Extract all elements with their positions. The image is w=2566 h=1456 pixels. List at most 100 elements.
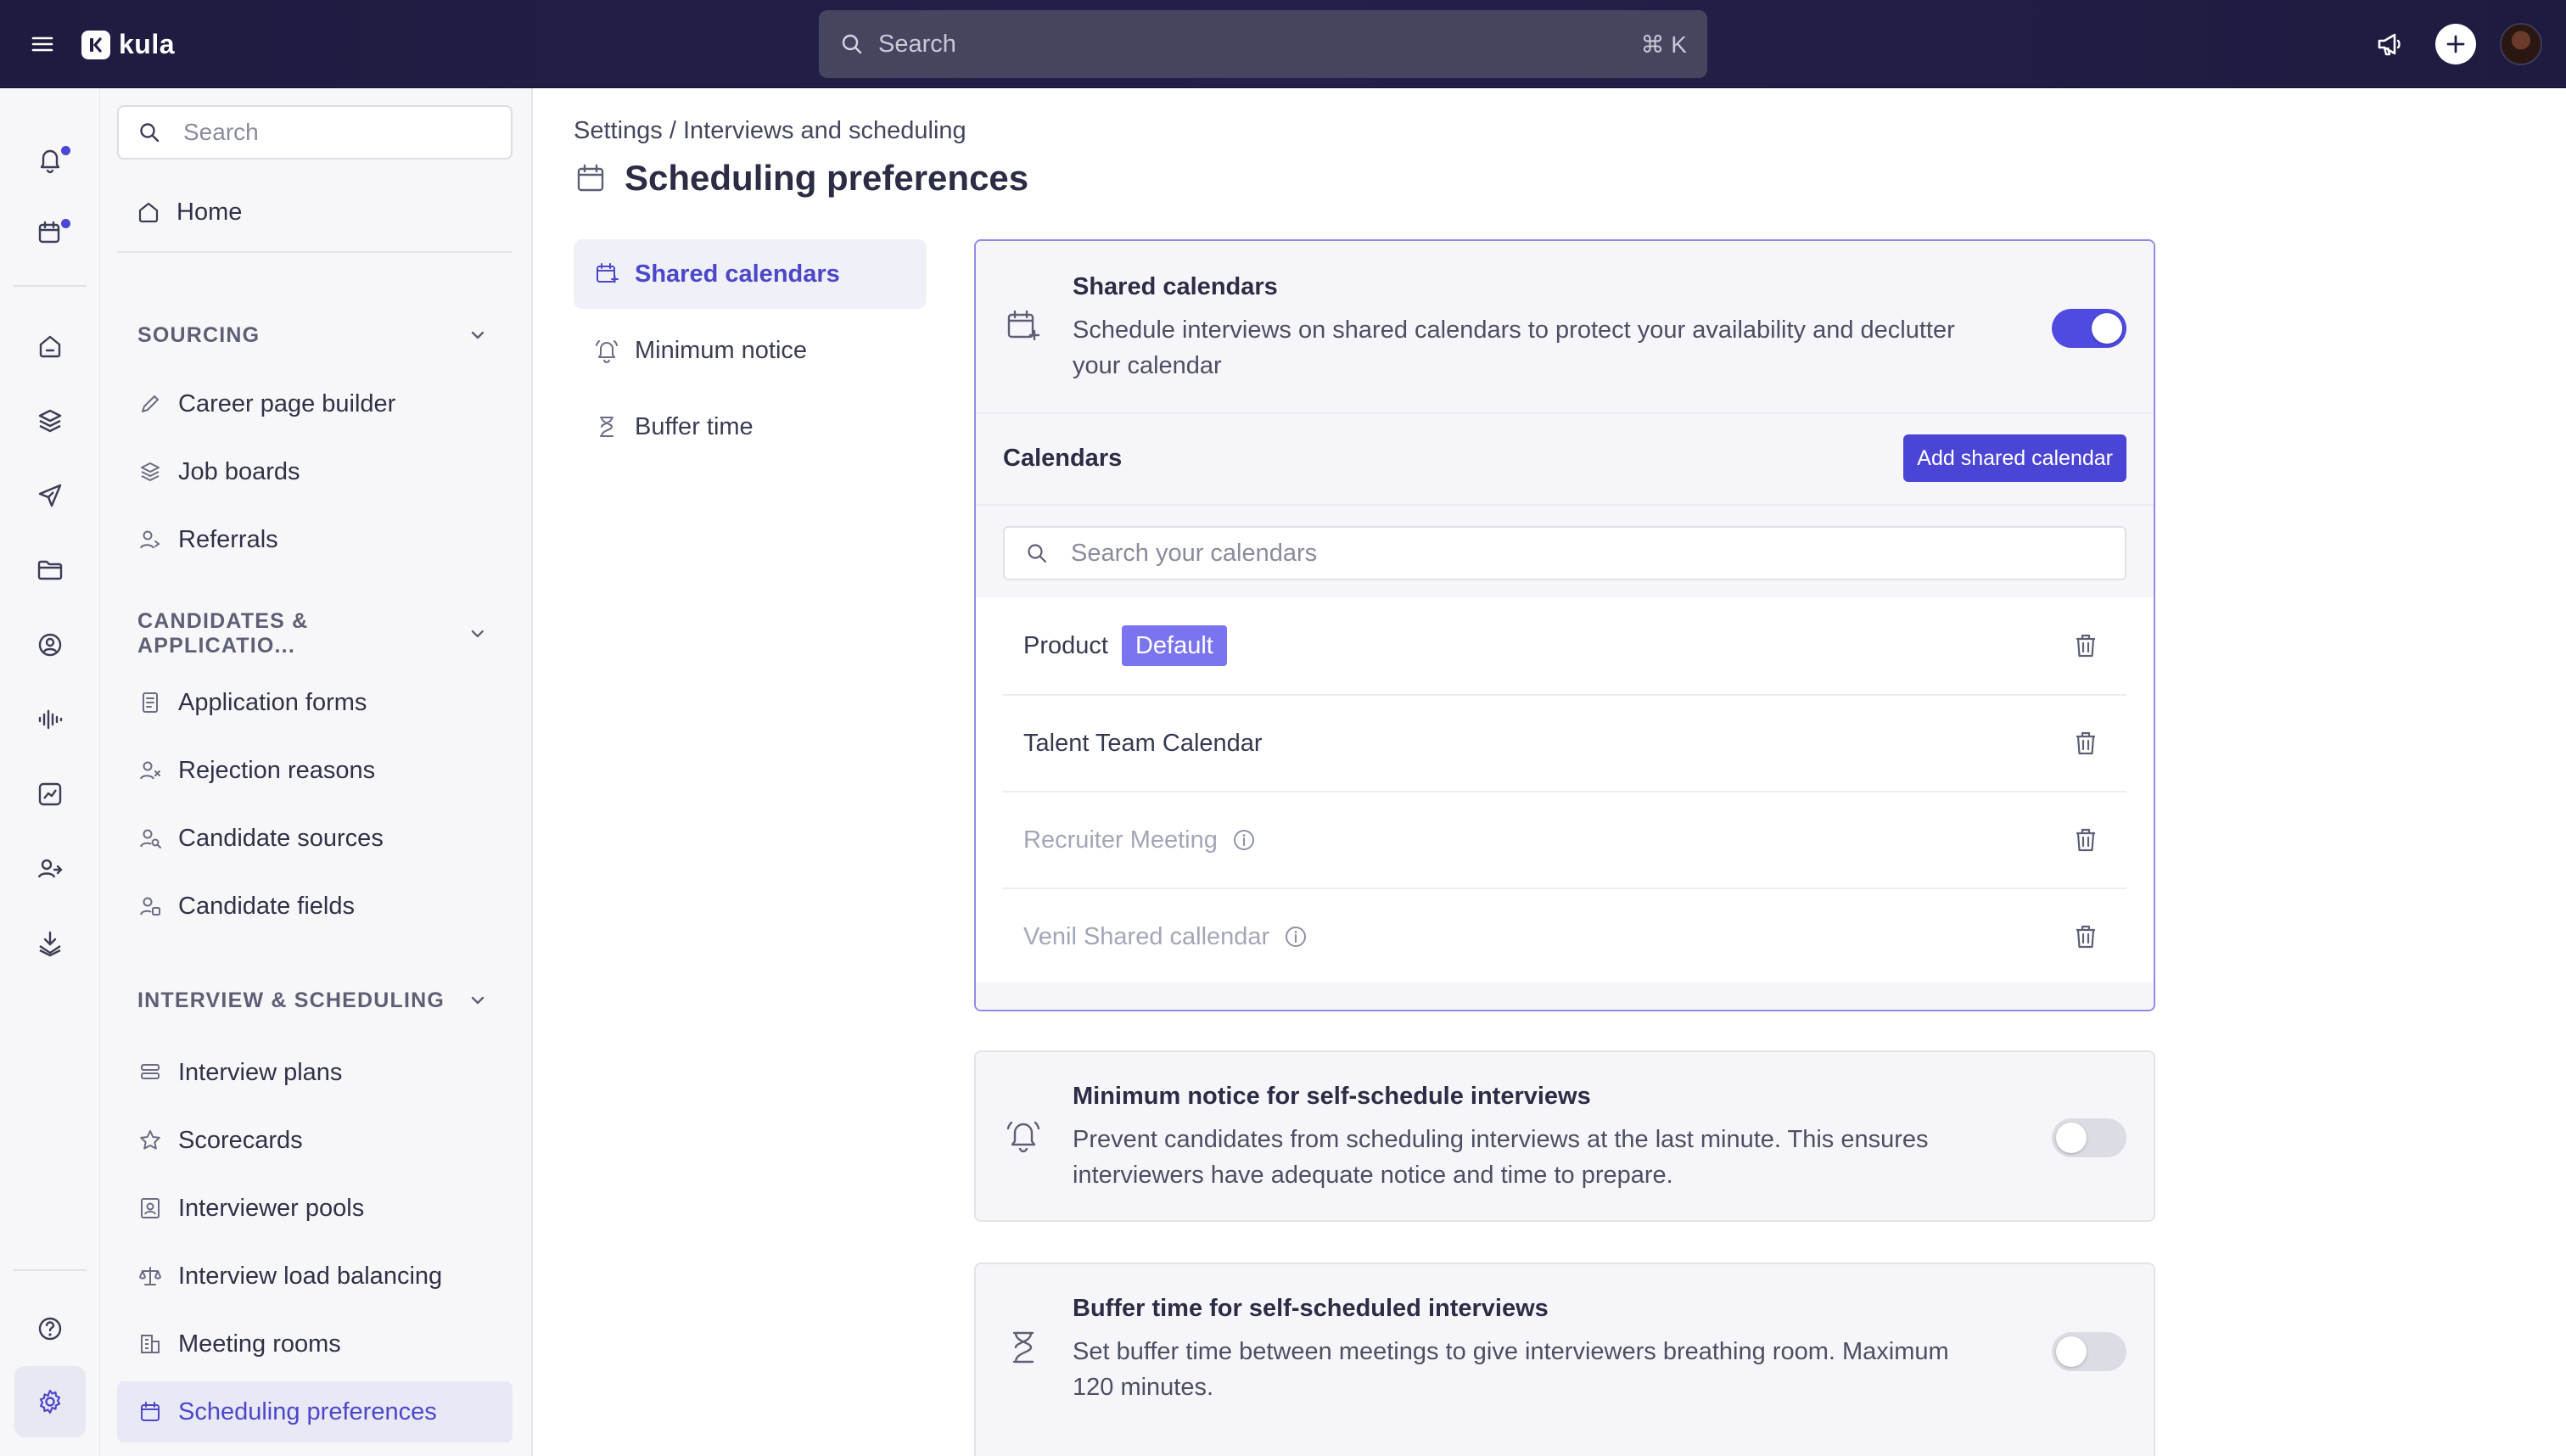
sidebar-item-label: Referrals [178,525,278,553]
bell-ring-icon [1005,1117,1042,1154]
jobs-nav-button[interactable] [26,397,74,445]
megaphone-icon [2378,33,2401,56]
calendar-row: Product Default [1003,597,2126,694]
sidebar-item-application-forms[interactable]: Application forms [117,672,513,733]
trash-icon[interactable] [2070,921,2101,952]
calendar-search-area [976,504,2154,597]
sidebar-item-interviewer-pools[interactable]: Interviewer pools [117,1178,513,1239]
sidebar-item-interview-load-balancing[interactable]: Interview load balancing [117,1246,513,1307]
subnav-shared-calendars[interactable]: Shared calendars [574,239,927,309]
create-button[interactable] [2435,24,2476,64]
sidebar-item-scorecards[interactable]: Scorecards [117,1110,513,1171]
settings-nav-button[interactable] [14,1366,86,1437]
sidebar-item-label: Candidate fields [178,892,355,920]
shared-calendars-card: Shared calendars Schedule interviews on … [974,239,2155,1011]
calendar-icon [137,1399,163,1425]
voice-nav-button[interactable] [26,696,74,743]
card-description: Schedule interviews on shared calendars … [1073,316,1955,379]
calendar-search[interactable] [1003,526,2126,580]
user-circle-icon [38,633,62,657]
global-search-bar[interactable]: Search ⌘ K [819,10,1707,78]
info-icon[interactable] [1231,827,1257,853]
trash-icon[interactable] [2070,825,2101,855]
send-icon [38,484,62,507]
minimum-notice-toggle[interactable] [2052,1118,2126,1157]
announcements-button[interactable] [2367,22,2412,66]
sidebar-item-label: Candidate sources [178,824,384,852]
layers-icon [38,409,62,433]
sidebar-item-label: Scorecards [178,1126,303,1154]
outreach-nav-button[interactable] [26,472,74,519]
section-sourcing-header[interactable]: SOURCING [117,314,513,356]
calendar-plus-icon [594,261,619,287]
search-shortcut-hint: ⌘ K [1640,31,1687,58]
user-x-icon [137,758,163,783]
plus-icon [2446,35,2465,53]
section-candidates-header[interactable]: CANDIDATES & APPLICATIO... [117,609,513,658]
rail-divider [14,1269,87,1271]
home-nav-button[interactable] [26,322,74,370]
sidebar-item-scheduling-preferences[interactable]: Scheduling preferences [117,1381,513,1442]
breadcrumb[interactable]: Settings / Interviews and scheduling [574,117,966,145]
search-icon [137,120,161,144]
sidebar-item-label: Interviewer pools [178,1194,365,1222]
add-shared-calendar-button[interactable]: Add shared calendar [1903,434,2126,482]
inbox-nav-button[interactable] [26,920,74,967]
logo[interactable]: kula [81,29,175,60]
buffer-time-header: Buffer time for self-scheduled interview… [976,1264,2154,1456]
buffer-time-toggle[interactable] [2052,1332,2126,1371]
chevron-down-icon [471,331,485,339]
sidebar-item-referrals[interactable]: Referrals [117,509,513,570]
info-icon[interactable] [1283,924,1308,949]
team-nav-button[interactable] [26,845,74,893]
card-title: Minimum notice for self-schedule intervi… [1073,1083,1591,1110]
analytics-nav-button[interactable] [26,770,74,818]
notifications-button[interactable] [26,136,74,183]
subnav-label: Shared calendars [635,260,840,288]
sidebar-item-home[interactable]: Home [117,182,513,243]
calendar-icon [38,221,60,244]
sidebar-item-career-page-builder[interactable]: Career page builder [117,373,513,434]
sidebar-item-job-boards[interactable]: Job boards [117,441,513,502]
settings-search-input[interactable] [183,119,489,146]
subnav-label: Minimum notice [635,336,808,364]
users-icon [37,859,63,878]
shared-calendars-toggle[interactable] [2052,309,2126,348]
subnav-buffer-time[interactable]: Buffer time [574,392,927,462]
minimum-notice-card: Minimum notice for self-schedule intervi… [974,1050,2155,1222]
hourglass-icon [594,414,619,440]
top-bar: kula Search ⌘ K [0,0,2566,88]
user-avatar[interactable] [2500,23,2542,65]
trash-icon[interactable] [2070,630,2101,661]
calendar-name: Venil Shared callendar [1023,922,1270,950]
sidebar-item-label: Home [176,198,243,226]
minimum-notice-header: Minimum notice for self-schedule intervi… [976,1052,2154,1220]
section-label: CANDIDATES & APPLICATIO... [137,609,309,658]
calendar-search-input[interactable] [1071,539,2089,568]
files-nav-button[interactable] [26,546,74,594]
menu-icon[interactable] [29,31,56,58]
candidates-nav-button[interactable] [26,621,74,669]
trash-icon[interactable] [2070,728,2101,759]
icon-rail [0,88,100,1456]
subnav-minimum-notice[interactable]: Minimum notice [574,316,927,385]
card-title: Buffer time for self-scheduled interview… [1073,1295,1549,1322]
calendar-nav-button[interactable] [26,209,74,256]
section-label: INTERVIEW & SCHEDULING [137,988,445,1012]
user-share-icon [137,527,163,552]
settings-search[interactable] [117,105,513,160]
help-button[interactable] [26,1305,74,1352]
sidebar-item-interview-plans[interactable]: Interview plans [117,1042,513,1103]
section-interview-scheduling-header[interactable]: INTERVIEW & SCHEDULING [117,979,513,1022]
page-heading: Scheduling preferences [625,158,1029,198]
star-icon [137,1128,163,1153]
calendar-name: Product [1023,631,1108,659]
sidebar-item-rejection-reasons[interactable]: Rejection reasons [117,740,513,801]
sidebar-item-candidate-fields[interactable]: Candidate fields [117,876,513,937]
folder-icon [37,560,63,580]
sidebar-item-meeting-rooms[interactable]: Meeting rooms [117,1313,513,1375]
rail-divider [14,285,87,287]
sidebar-item-candidate-sources[interactable]: Candidate sources [117,808,513,869]
sidebar-item-label: Rejection reasons [178,756,376,784]
search-icon [839,31,865,57]
